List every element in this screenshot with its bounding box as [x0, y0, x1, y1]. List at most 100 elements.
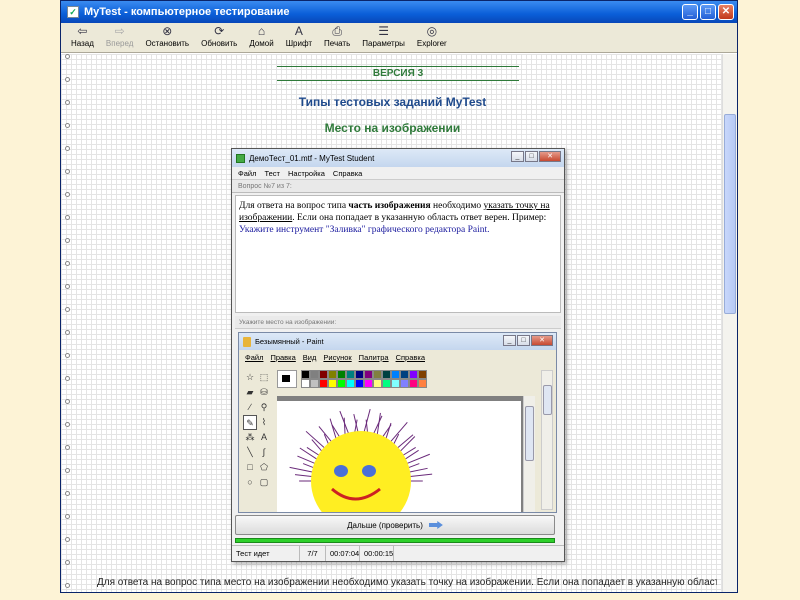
margin-bullet: [65, 307, 70, 312]
margin-bullet: [65, 399, 70, 404]
mytest-title-bar[interactable]: ДемоТест_01.mtf - MyTest Student _ □ ✕: [232, 149, 564, 167]
sun-ray: [289, 466, 314, 473]
close-button[interactable]: ✕: [718, 4, 734, 20]
image-scrollbar[interactable]: [541, 370, 553, 510]
paint-toolbox: ☆ ⬚ ▰ ⛁ ∕ ⚲ ✎ ⌇ ⁂ A ╲ ∫ □ ⬠ ○ ▢: [243, 370, 271, 510]
toolbar-button-6[interactable]: ⎙ Печать: [318, 23, 356, 51]
print-icon: ⎙: [332, 24, 342, 38]
bottom-paragraph: Для ответа на вопрос типа место на изобр…: [97, 577, 717, 588]
palette-swatch: [418, 370, 427, 379]
stop-icon: ⊗: [162, 24, 173, 38]
margin-bullet: [65, 77, 70, 82]
pencil-icon: ✎: [243, 415, 257, 430]
minimize-button[interactable]: _: [682, 4, 698, 20]
sun-ray: [294, 474, 313, 478]
palette-swatch: [346, 370, 355, 379]
paint-menu-item: Вид: [302, 352, 317, 362]
brush-icon: ⌇: [261, 417, 267, 427]
margin-bullet: [65, 192, 70, 197]
mytest-maximize-button[interactable]: □: [525, 151, 538, 162]
status-time-total: 00:07:04: [326, 546, 360, 561]
palette-swatch: [319, 379, 328, 388]
toolbar-button-2[interactable]: ⊗ Остановить: [139, 23, 195, 51]
paint-menu-item: Правка: [270, 352, 296, 362]
toolbar-button-8[interactable]: ◎ Explorer: [411, 23, 453, 51]
home-icon: ⌂: [257, 24, 266, 38]
window-title: MyTest - компьютерное тестирование: [84, 6, 290, 18]
toolbar-button-label: Explorer: [416, 39, 447, 48]
mytest-close-button[interactable]: ✕: [539, 151, 561, 162]
toolbar-button-5[interactable]: A Шрифт: [280, 23, 318, 51]
palette-swatch: [337, 370, 346, 379]
content-area: ВЕРСИЯ 3 Типы тестовых заданий MyTest Ме…: [61, 54, 724, 592]
margin-bullet: [65, 261, 70, 266]
palette-swatch: [382, 379, 391, 388]
paint-image[interactable]: Безымянный - Paint _ □ ✕ Файл Правка Вид Ри…: [238, 332, 557, 513]
magnifier-icon: ⚲: [260, 402, 268, 412]
margin-bullet: [65, 491, 70, 496]
scrollbar-thumb[interactable]: [724, 114, 736, 314]
margin-bullet: [65, 445, 70, 450]
margin-bullet: [65, 284, 70, 289]
refresh-icon: ⟳: [214, 24, 225, 38]
toolbar: ⇦ Назад ⇨ Вперед ⊗ Остановить ⟳ Обновить ⌂ Домой A…: [61, 23, 737, 53]
toolbar-button-label: Печать: [324, 39, 351, 48]
title-bar[interactable]: ✓ MyTest - компьютерное тестирование _ □…: [61, 1, 737, 23]
maximize-button[interactable]: □: [700, 4, 716, 20]
margin-bullet: [65, 146, 70, 151]
sun-ray: [306, 447, 321, 457]
sun-ray: [405, 453, 430, 465]
current-colors: [277, 370, 297, 388]
status-time-question: 00:00:15: [360, 546, 394, 561]
airbrush-icon: ⁂: [245, 432, 255, 442]
paint-menu-item: Справка: [395, 352, 425, 362]
toolbar-button-3[interactable]: ⟳ Обновить: [195, 23, 243, 51]
toolbar-button-1[interactable]: ⇨ Вперед: [100, 23, 140, 51]
paint-canvas: [277, 401, 521, 512]
toolbar-button-label: Остановить: [145, 39, 190, 48]
margin-bullet: [65, 376, 70, 381]
back-arrow-icon: ⇦: [77, 24, 88, 38]
palette-swatch: [310, 379, 319, 388]
vertical-scrollbar[interactable]: [722, 54, 737, 592]
palette-swatch: [355, 379, 364, 388]
palette-swatch: [373, 370, 382, 379]
mytest-menu-bar: Файл Тест Настройка Справка: [232, 167, 564, 180]
status-progress: 7/7: [300, 546, 326, 561]
question-text-part: Для ответа на вопрос типа: [239, 201, 349, 211]
sun-ray: [318, 426, 334, 444]
toolbar-button-label: Параметры: [362, 39, 405, 48]
palette-swatch: [355, 370, 364, 379]
arrow-right-icon: [428, 521, 443, 529]
sun-ray: [305, 430, 327, 450]
paint-maximize-button: □: [517, 335, 530, 346]
toolbar-button-label: Назад: [71, 39, 94, 48]
mytest-menu-item[interactable]: Настройка: [288, 169, 325, 178]
margin-bullet: [65, 537, 70, 542]
check-answer-button[interactable]: Дальше (проверить): [235, 515, 555, 535]
paint-menu-bar: Файл Правка Вид Рисунок Палитра Справка: [239, 350, 556, 364]
mytest-menu-item[interactable]: Файл: [238, 169, 256, 178]
sun-face: [311, 431, 411, 512]
divider: [277, 80, 519, 81]
mytest-minimize-button[interactable]: _: [511, 151, 524, 162]
margin-bullet: [65, 353, 70, 358]
palette-swatch: [391, 379, 400, 388]
rect-select-icon: ⬚: [259, 372, 269, 382]
toolbar-button-7[interactable]: ☰ Параметры: [356, 23, 411, 51]
mytest-title: ДемоТест_01.mtf - MyTest Student: [249, 153, 375, 163]
version-label: ВЕРСИЯ 3: [372, 68, 424, 79]
toolbar-button-4[interactable]: ⌂ Домой: [243, 23, 279, 51]
mytest-menu-item[interactable]: Тест: [264, 169, 280, 178]
toolbar-button-label: Домой: [249, 39, 274, 48]
margin-bullet: [65, 422, 70, 427]
question-text-part: . Если она попадает в указанную область …: [292, 213, 547, 223]
mytest-menu-item[interactable]: Справка: [333, 169, 362, 178]
fill-icon: ⛁: [260, 387, 268, 397]
line-icon: ╲: [247, 447, 253, 457]
paint-canvas-area: [277, 396, 535, 512]
palette-swatch: [400, 370, 409, 379]
sun-ray: [388, 422, 408, 444]
status-state: Тест идет: [232, 546, 300, 561]
toolbar-button-0[interactable]: ⇦ Назад: [65, 23, 100, 51]
